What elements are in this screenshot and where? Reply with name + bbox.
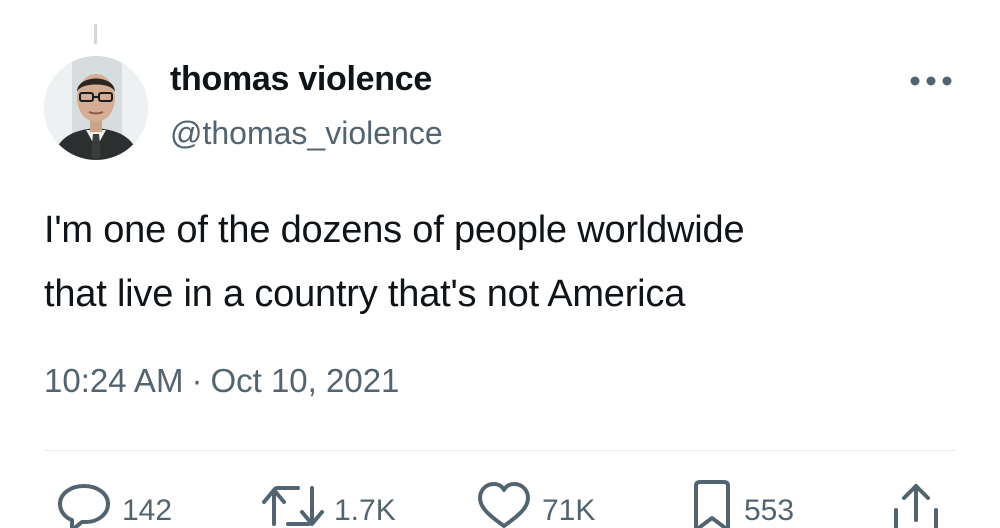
tweet-time: 10:24 AM (44, 362, 184, 399)
share-button[interactable] (890, 480, 942, 528)
reply-icon (58, 484, 110, 528)
tweet-text-line: I'm one of the dozens of people worldwid… (44, 209, 745, 251)
tweet-date: Oct 10, 2021 (210, 362, 400, 399)
reply-count: 142 (122, 494, 173, 527)
tweet-text: I'm one of the dozens of people worldwid… (44, 198, 944, 326)
more-horizontal-icon[interactable] (906, 64, 956, 98)
tweet-timestamp[interactable]: 10:24 AM · Oct 10, 2021 (44, 362, 399, 400)
share-icon (894, 484, 938, 528)
bookmark-button[interactable]: 553 (690, 480, 794, 528)
heart-icon (478, 482, 530, 528)
tweet-card: thomas violence @thomas_violence I'm one… (0, 0, 1000, 528)
display-name[interactable]: thomas violence (170, 60, 432, 99)
tweet-text-line: that live in a country that's not Americ… (44, 273, 686, 315)
bookmark-count: 553 (744, 494, 795, 527)
retweet-count: 1.7K (334, 494, 396, 527)
retweet-button[interactable]: 1.7K (262, 480, 396, 528)
bookmark-icon (694, 480, 730, 528)
timestamp-separator: · (191, 362, 203, 399)
thread-connector-line (94, 24, 97, 44)
avatar[interactable] (44, 56, 148, 160)
reply-button[interactable]: 142 (56, 480, 172, 528)
user-handle[interactable]: @thomas_violence (170, 115, 443, 152)
retweet-icon (262, 486, 324, 526)
like-count: 71K (542, 494, 596, 527)
divider (44, 450, 956, 451)
avatar-image (44, 56, 148, 160)
like-button[interactable]: 71K (476, 480, 595, 528)
